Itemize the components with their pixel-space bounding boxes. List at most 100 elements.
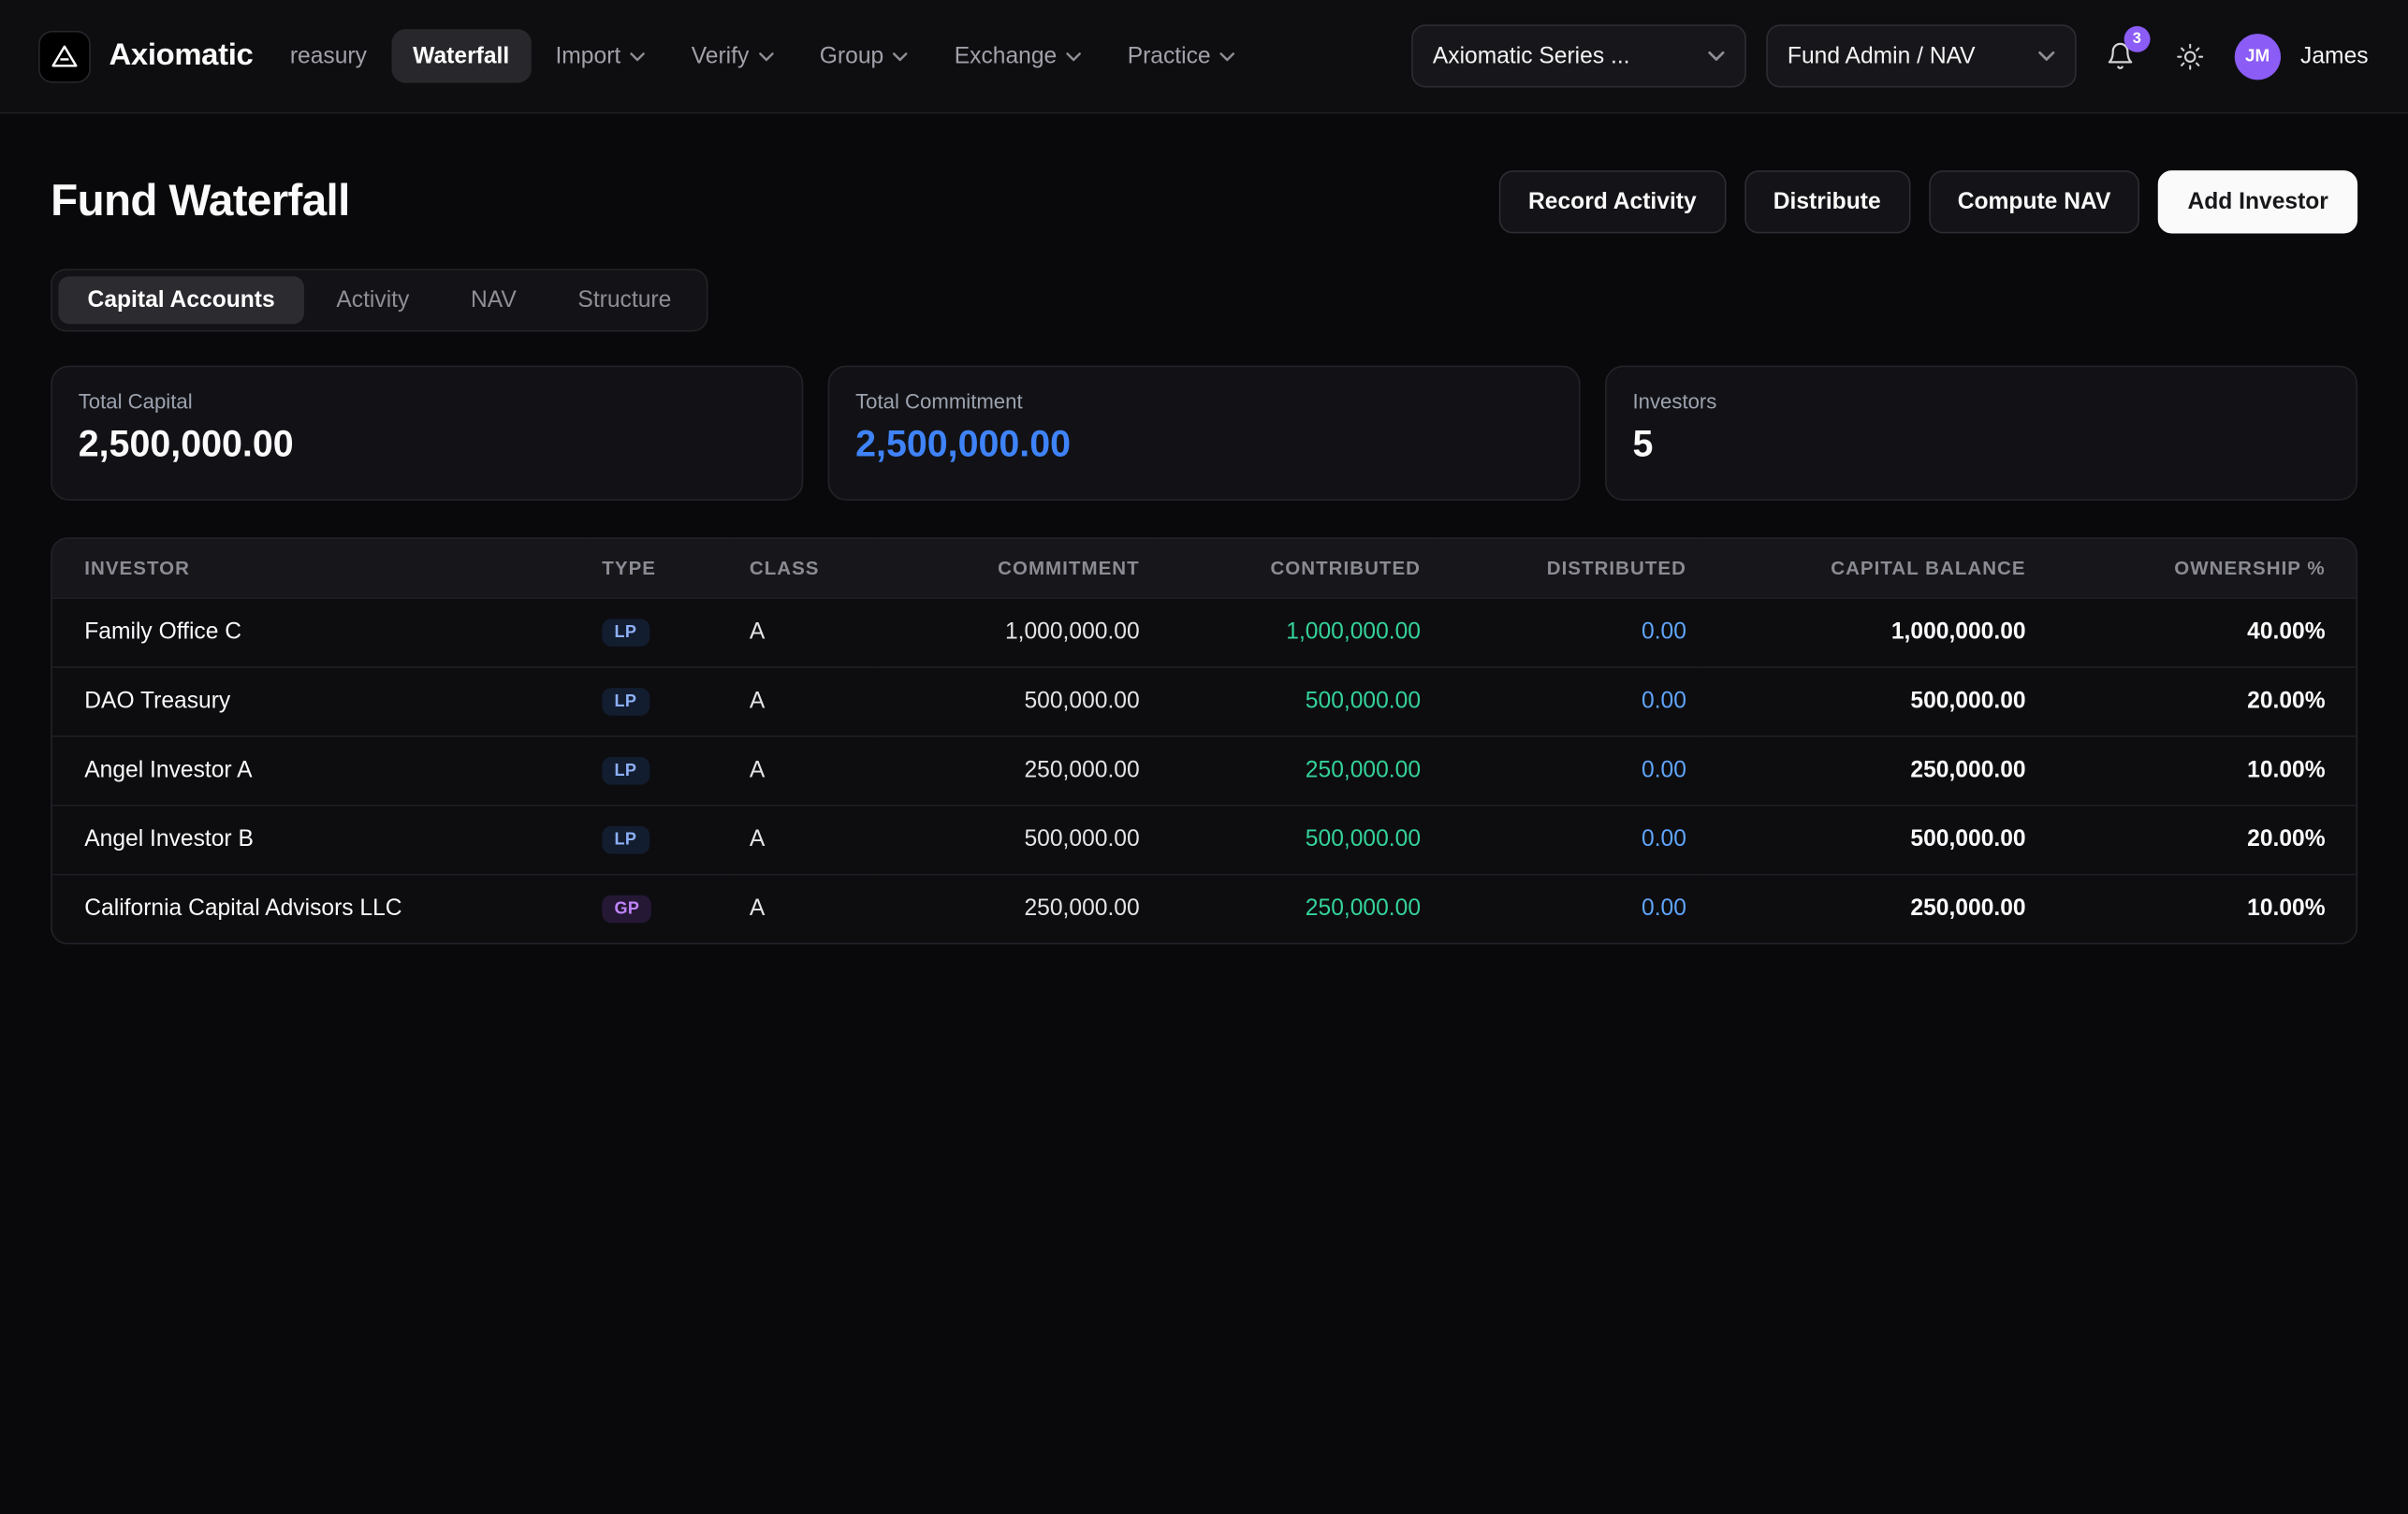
contributed-cell: 250,000.00 <box>1155 735 1436 805</box>
nav-item-waterfall[interactable]: Waterfall <box>391 29 531 82</box>
class-cell: A <box>734 874 873 943</box>
page-actions: Record Activity Distribute Compute NAV Add … <box>1499 170 2357 233</box>
distributed-cell: 0.00 <box>1436 874 1701 943</box>
column-header-contributed: CONTRIBUTED <box>1155 539 1436 597</box>
chevron-down-icon <box>630 51 645 61</box>
column-header-distributed: DISTRIBUTED <box>1436 539 1701 597</box>
compute-nav-button[interactable]: Compute NAV <box>1929 170 2140 233</box>
stat-value: 5 <box>1632 424 2329 467</box>
stat-card-total-capital: Total Capital 2,500,000.00 <box>51 366 803 501</box>
investor-name-cell: Angel Investor B <box>52 805 587 874</box>
investor-name-cell: California Capital Advisors LLC <box>52 874 587 943</box>
top-navbar: Axiomatic reasury Waterfall Import Verify Gr… <box>0 0 2408 113</box>
tab-activity[interactable]: Activity <box>307 276 438 324</box>
tab-structure[interactable]: Structure <box>548 276 700 324</box>
investor-row[interactable]: Angel Investor BLPA500,000.00500,000.000… <box>52 805 2357 874</box>
nav-item-reasury[interactable]: reasury <box>269 29 388 82</box>
stat-label: Investors <box>1632 390 2329 414</box>
nav-item-verify[interactable]: Verify <box>670 29 795 82</box>
nav-item-practice[interactable]: Practice <box>1106 29 1257 82</box>
column-header-class: CLASS <box>734 539 873 597</box>
sun-icon <box>2176 42 2204 70</box>
investor-row[interactable]: DAO TreasuryLPA500,000.00500,000.000.005… <box>52 666 2357 735</box>
investor-name-cell: DAO Treasury <box>52 666 587 735</box>
table-header-row: INVESTORTYPECLASSCOMMITMENTCONTRIBUTEDDI… <box>52 539 2357 597</box>
chevron-down-icon <box>1708 51 1725 61</box>
type-badge: LP <box>602 688 649 716</box>
distributed-cell: 0.00 <box>1436 666 1701 735</box>
contributed-cell: 500,000.00 <box>1155 805 1436 874</box>
nav-item-group[interactable]: Group <box>798 29 930 82</box>
stat-value: 2,500,000.00 <box>79 424 776 467</box>
page-title: Fund Waterfall <box>51 177 350 227</box>
type-badge: GP <box>602 895 651 924</box>
column-header-investor: INVESTOR <box>52 539 587 597</box>
nav-item-label: Exchange <box>955 43 1057 69</box>
nav-item-label: Import <box>555 43 620 69</box>
tab-capital-accounts[interactable]: Capital Accounts <box>58 276 304 324</box>
stat-card-investors: Investors 5 <box>1605 366 2357 501</box>
type-badge: LP <box>602 826 649 854</box>
type-cell: LP <box>587 805 735 874</box>
avatar[interactable]: JM <box>2234 33 2280 79</box>
ownership-cell: 20.00% <box>2041 666 2357 735</box>
chevron-down-icon <box>2037 51 2054 61</box>
type-cell: LP <box>587 735 735 805</box>
ownership-cell: 20.00% <box>2041 805 2357 874</box>
nav-item-exchange[interactable]: Exchange <box>933 29 1103 82</box>
chevron-down-icon <box>893 51 908 61</box>
class-cell: A <box>734 666 873 735</box>
stat-value: 2,500,000.00 <box>855 424 1553 467</box>
module-select-value: Fund Admin / NAV <box>1788 43 1976 69</box>
distribute-button[interactable]: Distribute <box>1744 170 1910 233</box>
capital-accounts-table: INVESTORTYPECLASSCOMMITMENTCONTRIBUTEDDI… <box>51 537 2357 944</box>
class-cell: A <box>734 597 873 666</box>
commitment-cell: 500,000.00 <box>874 666 1155 735</box>
investor-row[interactable]: Family Office CLPA1,000,000.001,000,000.… <box>52 597 2357 666</box>
module-select[interactable]: Fund Admin / NAV <box>1766 24 2077 87</box>
main-nav: reasury Waterfall Import Verify Group Exchang… <box>269 29 1257 82</box>
capital-balance-cell: 250,000.00 <box>1701 735 2041 805</box>
commitment-cell: 250,000.00 <box>874 874 1155 943</box>
capital-balance-cell: 250,000.00 <box>1701 874 2041 943</box>
triangle-logo-icon <box>50 40 80 71</box>
nav-item-label: reasury <box>290 43 367 69</box>
brand-name: Axiomatic <box>109 38 254 74</box>
distributed-cell: 0.00 <box>1436 805 1701 874</box>
nav-item-label: Waterfall <box>413 43 509 69</box>
nav-item-label: Verify <box>692 43 750 69</box>
investor-row[interactable]: California Capital Advisors LLCGPA250,00… <box>52 874 2357 943</box>
distributed-cell: 0.00 <box>1436 597 1701 666</box>
type-cell: LP <box>587 597 735 666</box>
ownership-cell: 10.00% <box>2041 735 2357 805</box>
user-name: James <box>2300 43 2369 69</box>
nav-item-import[interactable]: Import <box>533 29 666 82</box>
contributed-cell: 250,000.00 <box>1155 874 1436 943</box>
contributed-cell: 1,000,000.00 <box>1155 597 1436 666</box>
type-badge: LP <box>602 757 649 785</box>
stat-cards: Total Capital2,500,000.00Total Commitmen… <box>51 366 2357 501</box>
record-activity-button[interactable]: Record Activity <box>1499 170 1726 233</box>
add-investor-button[interactable]: Add Investor <box>2158 170 2357 233</box>
commitment-cell: 1,000,000.00 <box>874 597 1155 666</box>
tab-bar: Capital AccountsActivityNAVStructure <box>51 269 708 331</box>
class-cell: A <box>734 735 873 805</box>
column-header-ownership: OWNERSHIP % <box>2041 539 2357 597</box>
notifications-button[interactable]: 3 <box>2096 30 2146 82</box>
chevron-down-icon <box>758 51 773 61</box>
distributed-cell: 0.00 <box>1436 735 1701 805</box>
ownership-cell: 40.00% <box>2041 597 2357 666</box>
investor-row[interactable]: Angel Investor ALPA250,000.00250,000.000… <box>52 735 2357 805</box>
nav-item-label: Practice <box>1128 43 1211 69</box>
theme-toggle[interactable] <box>2166 30 2215 82</box>
fund-select[interactable]: Axiomatic Series ... <box>1411 24 1746 87</box>
commitment-cell: 500,000.00 <box>874 805 1155 874</box>
column-header-capital-balance: CAPITAL BALANCE <box>1701 539 2041 597</box>
stat-label: Total Capital <box>79 390 776 414</box>
column-header-type: TYPE <box>587 539 735 597</box>
tab-nav[interactable]: NAV <box>442 276 546 324</box>
column-header-commitment: COMMITMENT <box>874 539 1155 597</box>
contributed-cell: 500,000.00 <box>1155 666 1436 735</box>
chevron-down-icon <box>1066 51 1081 61</box>
brand-logo[interactable] <box>38 30 91 82</box>
